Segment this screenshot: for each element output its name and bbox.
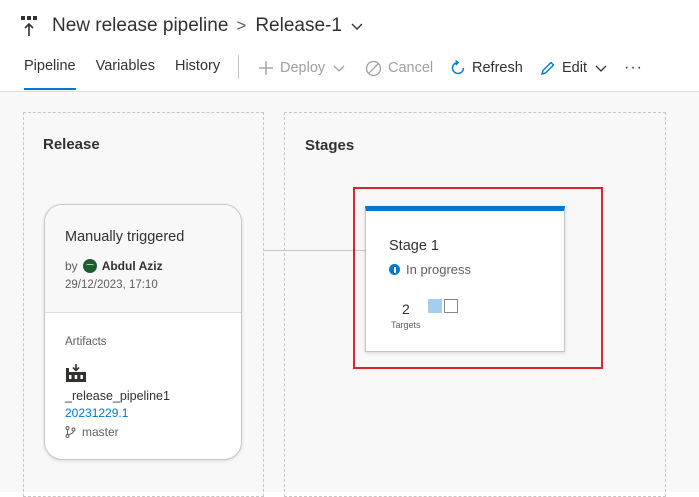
trigger-text: Manually triggered bbox=[65, 229, 185, 245]
stage-status-text: In progress bbox=[406, 262, 472, 277]
edit-label: Edit bbox=[562, 60, 587, 76]
cancel-button[interactable]: Cancel bbox=[365, 58, 433, 78]
artifact-name: _release_pipeline1 bbox=[65, 389, 170, 403]
branch-name: master bbox=[82, 425, 119, 439]
tab-variables[interactable]: Variables bbox=[96, 52, 155, 92]
chevron-down-icon[interactable] bbox=[350, 19, 364, 33]
tab-history[interactable]: History bbox=[175, 52, 220, 92]
cancel-icon bbox=[365, 60, 382, 76]
branch-icon bbox=[65, 426, 76, 438]
pipeline-name-link[interactable]: New release pipeline bbox=[52, 15, 228, 37]
chevron-down-icon bbox=[595, 65, 607, 72]
refresh-button[interactable]: Refresh bbox=[450, 58, 523, 78]
release-card: Manually triggered by Abdul Aziz 29/12/2… bbox=[44, 204, 242, 460]
artifact-branch: master bbox=[65, 425, 119, 439]
chevron-down-icon bbox=[333, 65, 345, 72]
cancel-label: Cancel bbox=[388, 60, 434, 76]
refresh-label: Refresh bbox=[472, 60, 523, 76]
breadcrumb-separator: > bbox=[236, 16, 247, 35]
target-count: 2 bbox=[402, 301, 410, 317]
stage-connector bbox=[263, 250, 366, 251]
triggered-by: by Abdul Aziz bbox=[65, 259, 163, 273]
artifact-version-link[interactable]: 20231229.1 bbox=[65, 406, 128, 420]
header: New release pipeline > Release-1 Pipelin… bbox=[0, 0, 699, 92]
targets-label: Targets bbox=[391, 320, 421, 330]
release-pipeline-icon bbox=[21, 16, 37, 36]
build-artifact-icon bbox=[66, 364, 86, 382]
tab-pipeline[interactable]: Pipeline bbox=[24, 52, 76, 92]
release-panel-title: Release bbox=[43, 136, 100, 153]
tab-bar: Pipeline Variables History bbox=[24, 52, 240, 92]
deploy-button[interactable]: Deploy bbox=[258, 58, 345, 78]
refresh-icon bbox=[451, 60, 465, 75]
user-name: Abdul Aziz bbox=[101, 259, 163, 273]
avatar bbox=[82, 259, 97, 273]
release-datetime: 29/12/2023, 17:10 bbox=[65, 279, 158, 291]
artifacts-label: Artifacts bbox=[65, 336, 107, 348]
by-label: by bbox=[65, 259, 78, 273]
in-progress-icon bbox=[389, 264, 400, 275]
stages-panel-title: Stages bbox=[305, 137, 355, 154]
target-status-square bbox=[428, 299, 442, 313]
stage-card[interactable]: Stage 1 In progress 2 Targets bbox=[365, 206, 565, 352]
more-options-button[interactable]: ··· bbox=[624, 58, 643, 78]
stage-status: In progress bbox=[389, 262, 471, 277]
deploy-label: Deploy bbox=[280, 60, 326, 76]
edit-button[interactable]: Edit bbox=[540, 58, 607, 78]
target-status-square bbox=[444, 299, 458, 313]
title-row: New release pipeline > Release-1 bbox=[20, 12, 364, 40]
stage-name: Stage 1 bbox=[389, 238, 439, 254]
plus-icon bbox=[259, 61, 273, 75]
pencil-icon bbox=[540, 61, 555, 76]
release-name[interactable]: Release-1 bbox=[255, 15, 342, 37]
toolbar-divider bbox=[238, 55, 239, 79]
